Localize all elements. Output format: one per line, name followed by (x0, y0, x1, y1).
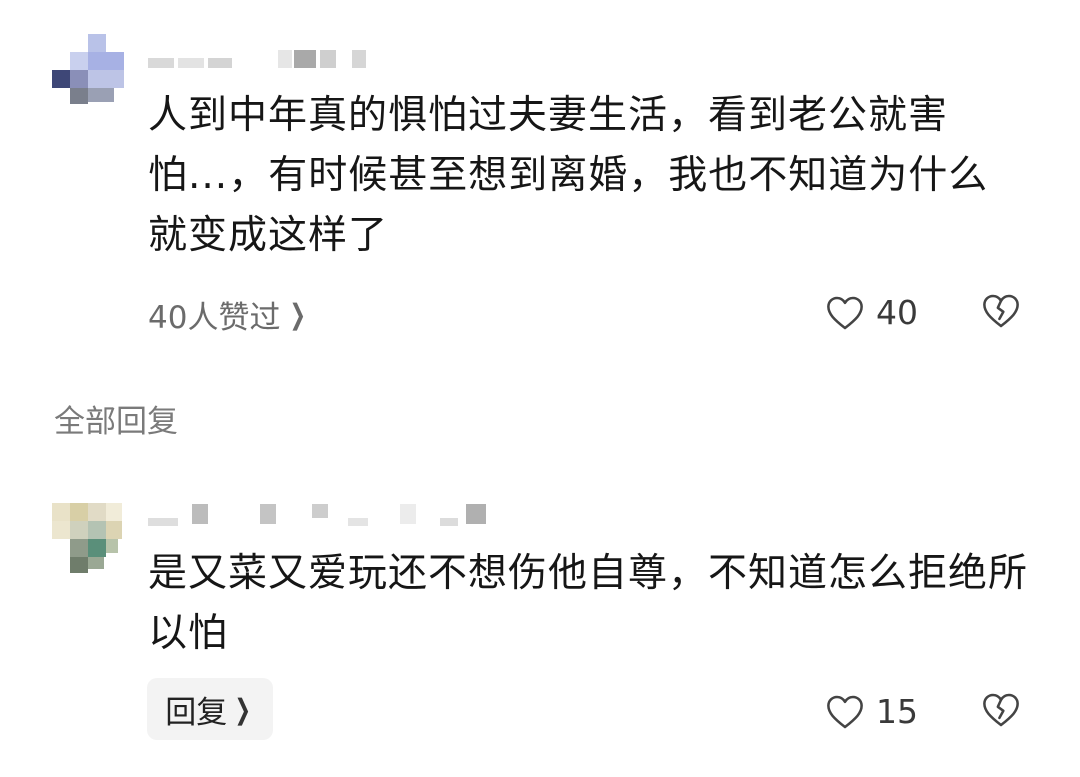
reply-button-label: 回复 (165, 694, 228, 731)
comment-thread: 人到中年真的惧怕过夫妻生活，看到老公就害怕...，有时候甚至想到离婚，我也不知道… (0, 0, 1080, 777)
avatar[interactable] (52, 34, 124, 106)
avatar[interactable] (52, 503, 124, 575)
like-button[interactable]: 40 (826, 293, 918, 332)
chevron-right-icon: ❯ (289, 298, 307, 331)
comment-text: 人到中年真的惧怕过夫妻生活，看到老公就害怕...，有时候甚至想到离婚，我也不知道… (148, 93, 989, 258)
dislike-button[interactable] (982, 293, 1020, 333)
reply-text: 是又菜又爱玩还不想伤他自尊，不知道怎么拒绝所以怕 (148, 551, 1029, 656)
username-blurred[interactable] (148, 504, 488, 526)
username-blurred[interactable] (148, 48, 378, 70)
heart-outline-icon (827, 296, 863, 329)
broken-heart-icon (983, 294, 1019, 328)
chevron-right-icon: ❯ (234, 692, 252, 726)
broken-heart-icon (983, 693, 1019, 727)
like-count: 40 (876, 293, 918, 332)
heart-outline-icon (827, 695, 863, 728)
section-title: 全部回复 (54, 404, 178, 440)
dislike-button[interactable] (982, 692, 1020, 732)
likers-link[interactable]: 40人赞过 ❯ (148, 292, 310, 337)
like-button[interactable]: 15 (826, 692, 918, 731)
reply-button[interactable]: 回复 ❯ (147, 678, 273, 740)
like-count: 15 (876, 692, 918, 731)
likers-label: 40人赞过 (148, 300, 281, 336)
